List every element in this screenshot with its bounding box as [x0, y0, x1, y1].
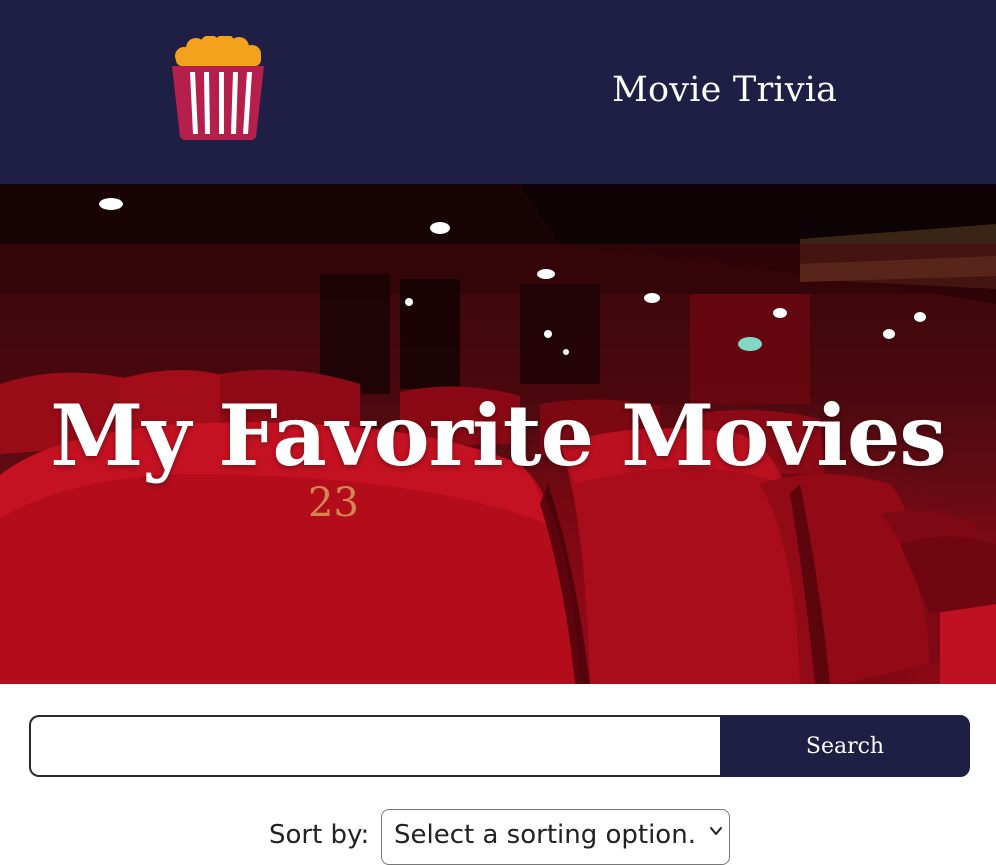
search-button[interactable]: Search — [720, 715, 970, 777]
search-input[interactable] — [29, 715, 721, 777]
sort-label: Sort by: — [269, 820, 370, 850]
sort-select[interactable]: Select a sorting option. — [381, 809, 730, 865]
chevron-down-icon — [710, 827, 722, 835]
hero-banner: 23 My Favorite Movies — [0, 184, 996, 684]
top-navigation-bar: Movie Trivia — [0, 0, 996, 184]
search-bar: Search — [29, 715, 970, 777]
sort-selected-option: Select a sorting option. — [394, 820, 696, 850]
popcorn-icon[interactable] — [168, 36, 268, 142]
page-title: My Favorite Movies — [50, 386, 946, 485]
seat-number-label: 23 — [308, 480, 359, 526]
movie-trivia-link[interactable]: Movie Trivia — [612, 70, 837, 110]
